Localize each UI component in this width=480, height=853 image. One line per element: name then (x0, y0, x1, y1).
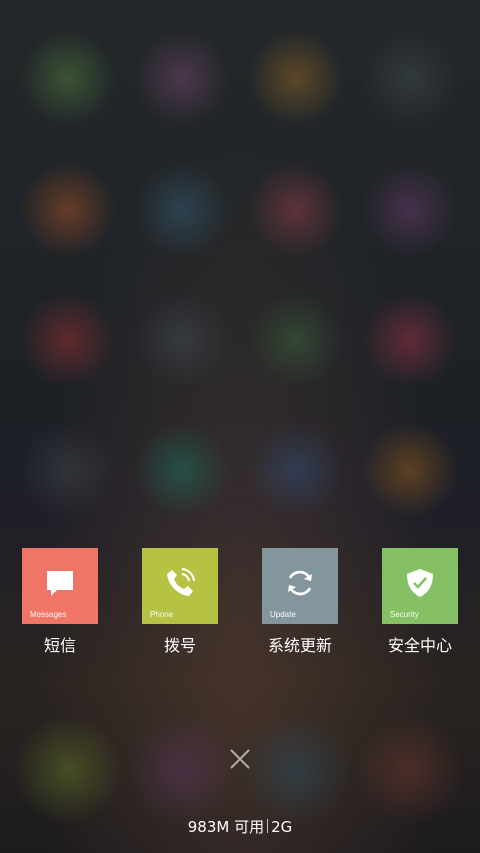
recent-apps-row: Messages 短信 Phone 拨号 Update 系统更新 Securit… (0, 548, 480, 658)
app-caption: Update (270, 610, 296, 619)
app-tile-phone[interactable]: Phone (142, 548, 218, 624)
app-label: 系统更新 (267, 636, 332, 655)
app-security[interactable]: Security 安全中心 (382, 548, 458, 656)
app-tile-update[interactable]: Update (262, 548, 338, 624)
memory-total: 2G (271, 818, 293, 836)
memory-separator (267, 819, 269, 833)
app-caption: Messages (30, 610, 67, 619)
blurred-home-screen-background (0, 0, 480, 853)
memory-available: 983M 可用 (187, 818, 265, 836)
clear-all-close-button[interactable] (228, 747, 252, 771)
app-tile-security[interactable]: Security (382, 548, 458, 624)
app-label: 安全中心 (387, 636, 452, 655)
app-label: 短信 (43, 636, 76, 655)
refresh-icon (262, 566, 338, 600)
close-icon (230, 749, 250, 769)
app-caption: Phone (150, 610, 174, 619)
message-bubble-icon (22, 566, 98, 600)
app-tile-messages[interactable]: Messages (22, 548, 98, 624)
app-label: 拨号 (163, 636, 196, 655)
shield-check-icon (382, 566, 458, 600)
app-messages[interactable]: Messages 短信 (22, 548, 98, 656)
app-phone[interactable]: Phone 拨号 (142, 548, 218, 656)
phone-icon (142, 566, 218, 600)
app-update[interactable]: Update 系统更新 (262, 548, 338, 656)
memory-status: 983M 可用 2G (0, 816, 480, 837)
app-caption: Security (390, 610, 419, 619)
